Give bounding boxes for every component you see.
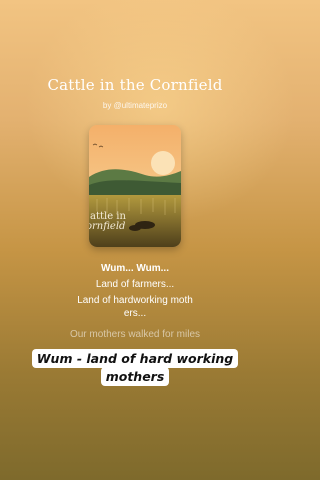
video-caption: Wum - land of hard working mothers [0, 349, 270, 386]
lyric-line-part: ers... [123, 308, 147, 319]
song-title: Cattle in the Cornfield [47, 76, 223, 94]
lyric-line[interactable]: Land of hardworking moth ers... [0, 294, 270, 320]
sun-icon [151, 151, 175, 175]
caption-line-2: mothers [100, 367, 170, 386]
lyric-line-part: Land of hardworking moth [77, 295, 193, 306]
cover-title-line2: ornfield [89, 221, 126, 232]
lyric-line-current[interactable]: Wum... Wum... [0, 261, 270, 277]
caption-line-1: Wum - land of hard working [31, 349, 239, 368]
artist-byline[interactable]: by @ultimateprizo [0, 101, 270, 110]
cover-title: attle in ornfield [89, 212, 126, 232]
lyric-line-upcoming[interactable]: Our mothers walked for miles [0, 327, 270, 343]
lyrics-panel[interactable]: Wum... Wum... Land of farmers... Land of… [0, 261, 270, 343]
lyric-line[interactable]: Land of farmers... [0, 277, 270, 293]
album-cover[interactable]: attle in ornfield [89, 125, 181, 247]
